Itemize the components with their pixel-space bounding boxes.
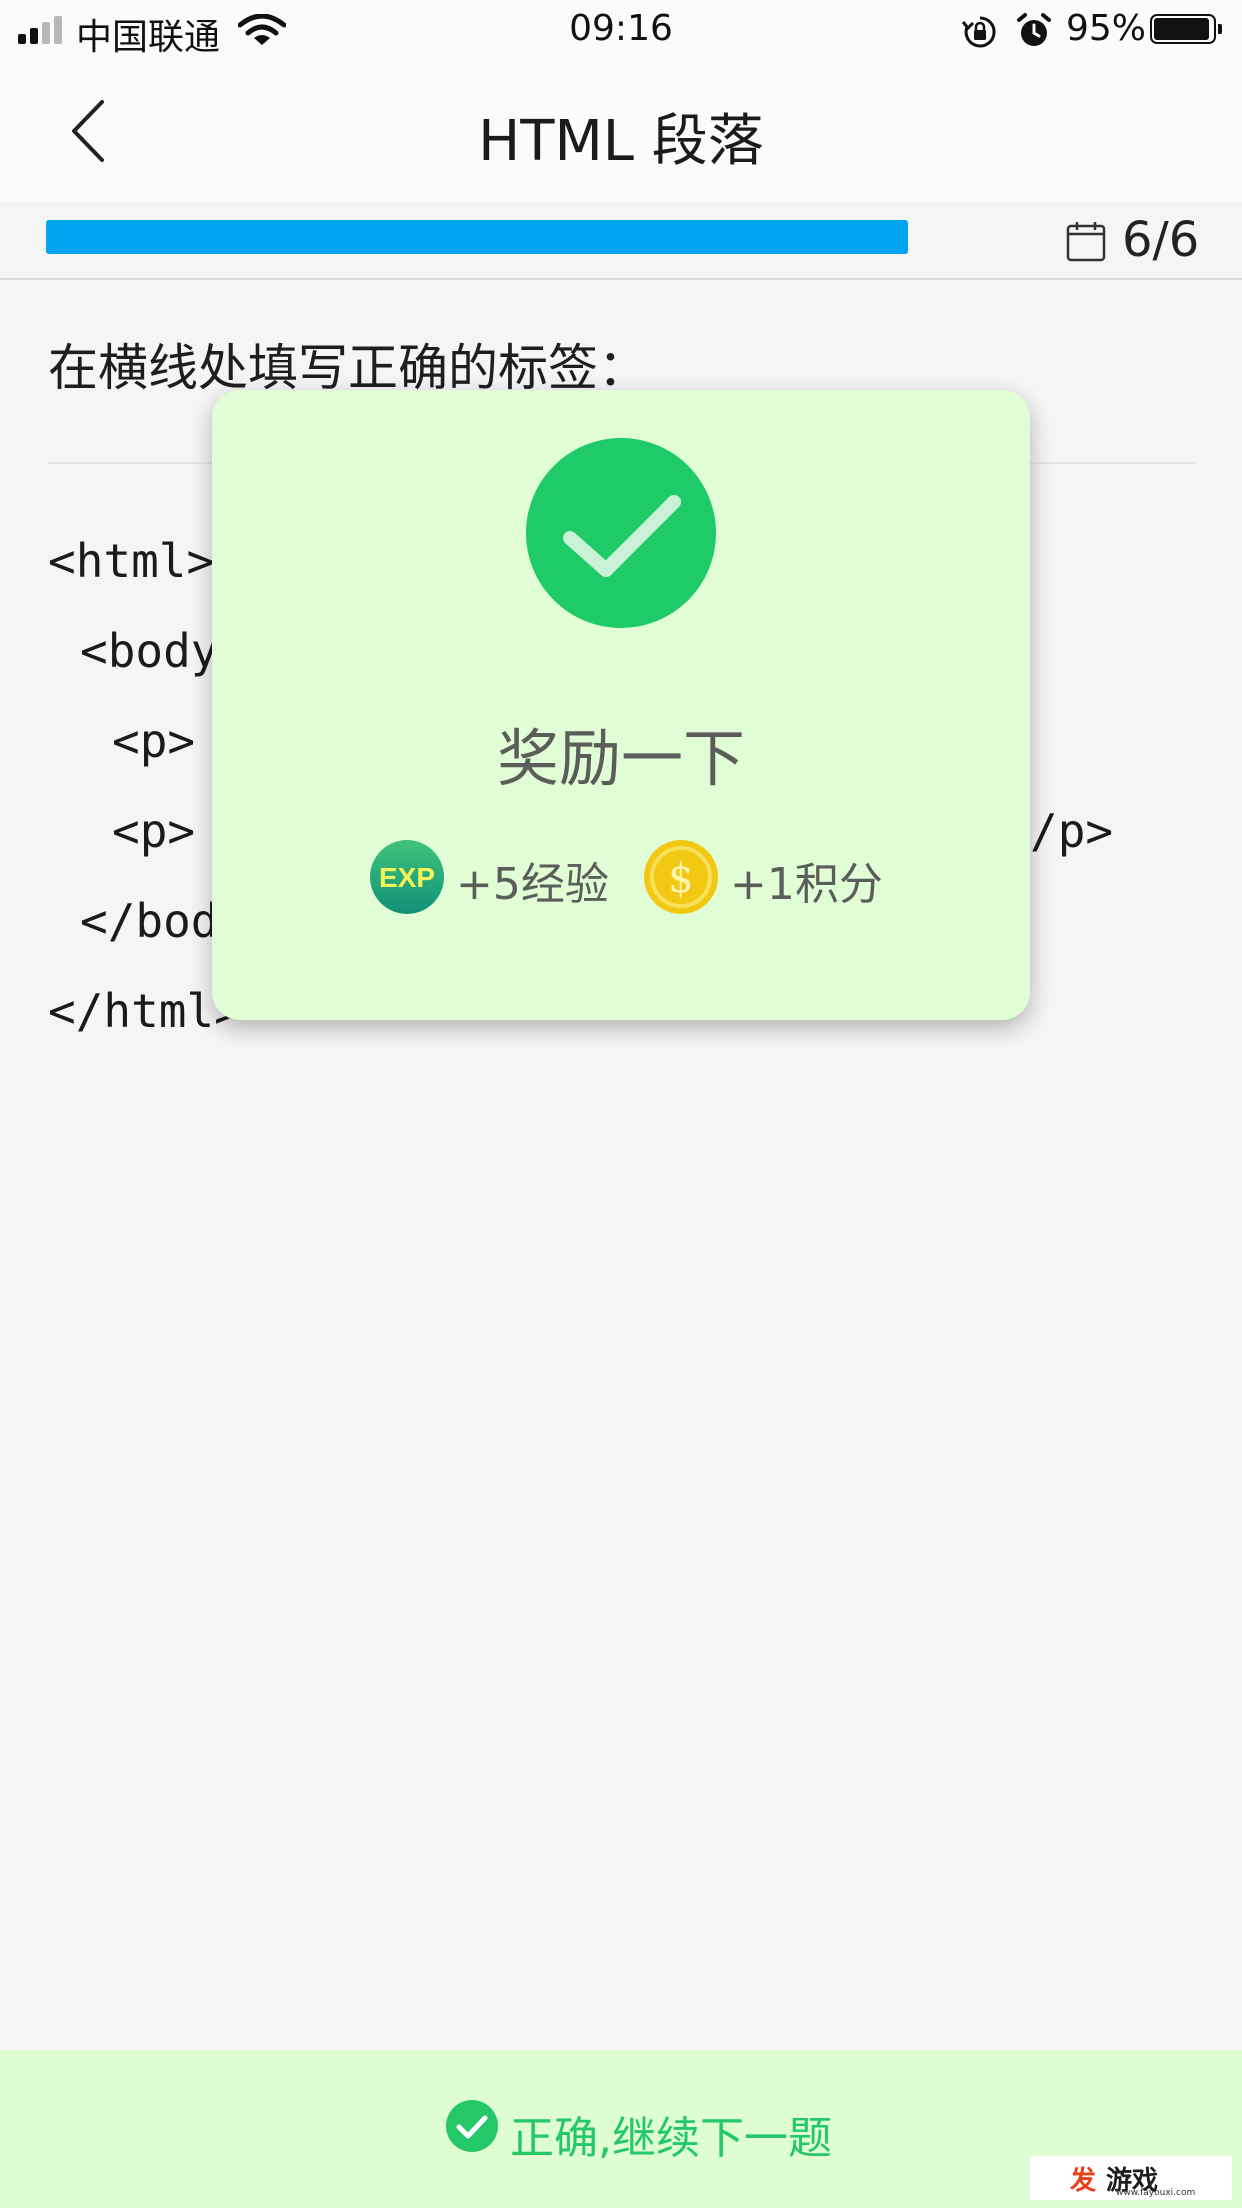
battery-icon xyxy=(1150,14,1222,46)
progress-count: 6/6 xyxy=(1122,212,1200,268)
popup-title: 奖励一下 xyxy=(496,722,745,795)
checkmark-icon xyxy=(526,438,716,628)
code-line: <p> xyxy=(112,804,196,858)
progress-bar xyxy=(46,220,908,254)
status-time: 09:16 xyxy=(569,8,673,49)
code-line: </bod xyxy=(80,894,219,948)
progress-row: 6/6 xyxy=(0,202,1242,280)
reward-popup: 奖励一下 EXP +5经验 $ +1积分 xyxy=(212,390,1030,1020)
nav-bar: HTML 段落 xyxy=(0,62,1242,202)
reward-row: EXP +5经验 $ +1积分 xyxy=(212,840,1030,916)
points-reward: +1积分 xyxy=(730,859,883,910)
watermark-url: www.fayouxi.com xyxy=(1116,2188,1196,2198)
page-title: HTML 段落 xyxy=(478,109,764,174)
coin-icon: $ xyxy=(644,840,718,914)
alarm-icon xyxy=(1017,13,1051,46)
battery-percent: 95% xyxy=(1066,8,1147,49)
calendar-icon xyxy=(1066,222,1106,262)
exp-badge-icon: EXP xyxy=(370,840,444,914)
progress-fill xyxy=(46,220,908,254)
code-line: <p> xyxy=(112,714,196,768)
code-line: /p> xyxy=(1030,804,1114,858)
exp-badge-text: EXP xyxy=(379,862,435,893)
continue-label: 正确,继续下一题 xyxy=(510,2113,832,2164)
code-line: <body xyxy=(80,624,219,678)
exp-reward: +5经验 xyxy=(456,859,609,910)
status-bar: 中国联通 09:16 95% xyxy=(0,0,1242,62)
svg-text:$: $ xyxy=(668,856,693,902)
code-line: <html> xyxy=(48,534,215,588)
check-circle-icon xyxy=(446,2100,498,2152)
screen: 中国联通 09:16 95% HTML 段落 6/6 在横线处填写正确的标签： … xyxy=(0,0,1242,2208)
watermark-brand-hot: 发 xyxy=(1070,2166,1097,2196)
site-watermark: 发 游戏 www.fayouxi.com xyxy=(1030,2156,1232,2200)
rotation-lock-icon xyxy=(962,16,996,48)
